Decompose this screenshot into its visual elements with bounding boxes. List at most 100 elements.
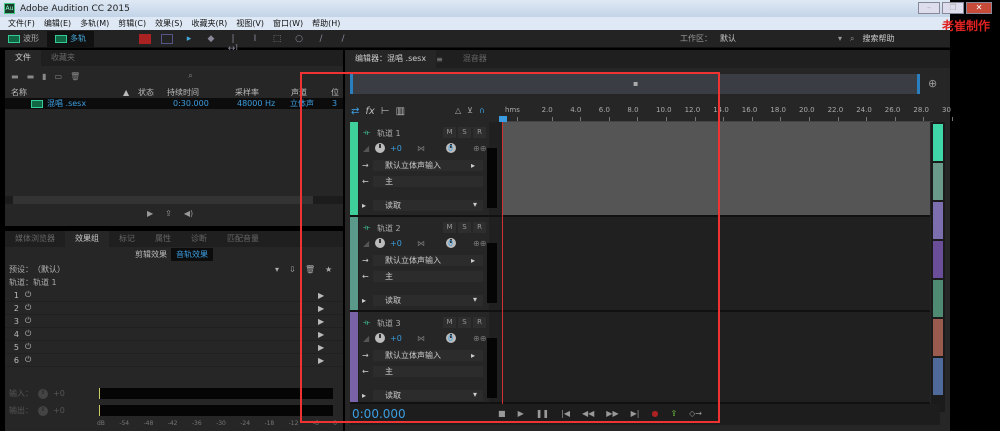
overview-track-block[interactable] [933,319,943,356]
tab-media-browser[interactable]: 媒体浏览器 [5,231,65,247]
minimize-button[interactable]: – [918,2,940,14]
db-tick: -42 [167,420,178,427]
overview-track-block[interactable] [933,241,943,278]
menu-help[interactable]: 帮助(H) [312,18,340,29]
ruler-tick [780,117,782,121]
razor-tool-icon[interactable]: ◆ [205,34,217,44]
menu-favorites[interactable]: 收藏夹(R) [191,18,227,29]
tab-effects-rack[interactable]: 效果组 [65,231,109,247]
menu-multitrack[interactable]: 多轨(M) [80,18,109,29]
brush-icon[interactable]: / [315,34,327,44]
power-icon[interactable]: ⏻ [25,303,31,313]
window-title: Adobe Audition CC 2015 [20,3,130,14]
healing-icon[interactable]: / [337,34,349,44]
tab-match-loudness[interactable]: 匹配音量 [217,231,269,247]
power-icon[interactable]: ⏻ [25,355,31,365]
workspace-label: 工作区： [680,34,712,43]
app-logo: Au [4,3,15,14]
workspace-select[interactable]: 默认 [720,33,830,44]
pitch-display-icon[interactable] [161,33,173,44]
menu-edit[interactable]: 编辑(E) [44,18,71,29]
power-icon[interactable]: ⏻ [25,329,31,339]
open-file-icon[interactable]: ▬ [11,72,19,81]
search-icon[interactable]: ⌕ [188,71,192,81]
chevron-down-icon[interactable]: ▾ [838,34,842,43]
menu-clip[interactable]: 剪辑(C) [118,18,146,29]
ruler-tick [923,117,925,121]
ruler-tick-label: 24.0 [856,106,872,114]
track-effects-tab[interactable]: 音轨效果 [171,247,213,261]
title-bar: Au Adobe Audition CC 2015 [0,0,950,17]
horizontal-scrollbar[interactable] [5,196,343,204]
menu-effects[interactable]: 效果(S) [155,18,182,29]
waveform-icon [8,34,20,43]
export-icon[interactable]: ⇪ [165,209,172,218]
new-file-icon[interactable]: ▮ [42,72,46,81]
time-selection-icon[interactable]: I [249,34,261,44]
delete-icon[interactable]: 🗑 [70,72,80,81]
save-preset-icon[interactable]: ⇩ [289,265,296,274]
play-icon[interactable]: ▶ [147,209,153,218]
file-row[interactable]: 混唱 .sesx 0:30.000 48000 Hz 立体声 3 [5,98,343,109]
col-name[interactable]: 名称 [11,87,27,98]
search-icon: ⌕ [850,33,855,43]
track-overview-scrollbar[interactable] [931,122,945,412]
overview-track-block[interactable] [933,280,943,317]
power-icon[interactable]: ⏻ [25,342,31,352]
effect-slot[interactable]: 2 ⏻ ▶ [5,302,343,315]
effects-panel: 媒体浏览器 效果组 标记 属性 诊断 匹配音量 剪辑效果 音轨效果 预设： （默… [5,231,343,431]
tab-diagnostics[interactable]: 诊断 [181,231,217,247]
chevron-down-icon[interactable]: ▾ [275,265,279,274]
effect-slot[interactable]: 5 ⏻ ▶ [5,341,343,354]
tab-markers[interactable]: 标记 [109,231,145,247]
tab-files[interactable]: 文件 [5,50,41,66]
marquee-icon[interactable]: ⬚ [271,34,283,44]
tab-editor[interactable]: 编辑器：混唱 .sesx [345,50,437,68]
effect-slot[interactable]: 6 ⏻ ▶ [5,354,343,367]
db-tick: -36 [191,420,202,427]
db-tick: -30 [216,420,226,427]
import-icon[interactable]: ▬ [27,72,35,81]
overview-track-block[interactable] [933,163,943,200]
ruler-tick-label: 26.0 [884,106,901,114]
db-tick: -12 [288,420,299,427]
db-tick: dB [97,420,105,427]
col-duration[interactable]: 持续时间 [167,87,199,98]
menu-view[interactable]: 视图(V) [236,18,264,29]
power-icon[interactable]: ⏻ [25,316,31,326]
menu-window[interactable]: 窗口(W) [273,18,303,29]
input-knob[interactable] [38,388,48,399]
multitrack-mode-button[interactable]: 多轨 [47,30,94,47]
overview-track-block[interactable] [933,202,943,239]
move-tool-icon[interactable]: ▸ [183,34,195,44]
annotation-rectangle [300,72,720,423]
zoom-icon[interactable]: ⊕ [928,77,937,90]
autoplay-icon[interactable]: ◀) [184,209,193,218]
slip-tool-icon[interactable]: |↔| [227,34,239,54]
tab-favorites[interactable]: 收藏夹 [41,50,85,66]
ruler-tick-label: 16.0 [741,106,758,114]
overview-track-block[interactable] [933,358,943,395]
menu-file[interactable]: 文件(F) [8,18,35,29]
col-status[interactable]: 状态 [138,87,154,98]
restore-button[interactable]: ❐ [942,2,964,14]
insert-icon[interactable]: ▭ [55,72,63,81]
effect-slot[interactable]: 3 ⏻ ▶ [5,315,343,328]
tab-properties[interactable]: 属性 [145,231,181,247]
clip-effects-tab[interactable]: 剪辑效果 [135,249,167,260]
lasso-icon[interactable]: ○ [293,34,305,44]
close-button[interactable]: ✕ [966,2,992,14]
panel-menu-icon[interactable]: ≡ [436,55,443,64]
waveform-mode-button[interactable]: 波形 [0,31,47,47]
help-search-input[interactable]: 搜索帮助 [863,33,895,44]
output-knob[interactable] [38,405,48,416]
preset-select[interactable]: （默认） [33,264,65,275]
power-icon[interactable]: ⏻ [25,290,31,300]
col-rate[interactable]: 采样率 [235,87,259,98]
ruler-tick [894,117,896,121]
tab-mixer[interactable]: 混音器 [453,51,497,67]
effect-slot[interactable]: 1 ⏻ ▶ [5,289,343,302]
overview-track-block[interactable] [933,124,943,161]
spectral-display-icon[interactable] [139,33,151,44]
effect-slot[interactable]: 4 ⏻ ▶ [5,328,343,341]
